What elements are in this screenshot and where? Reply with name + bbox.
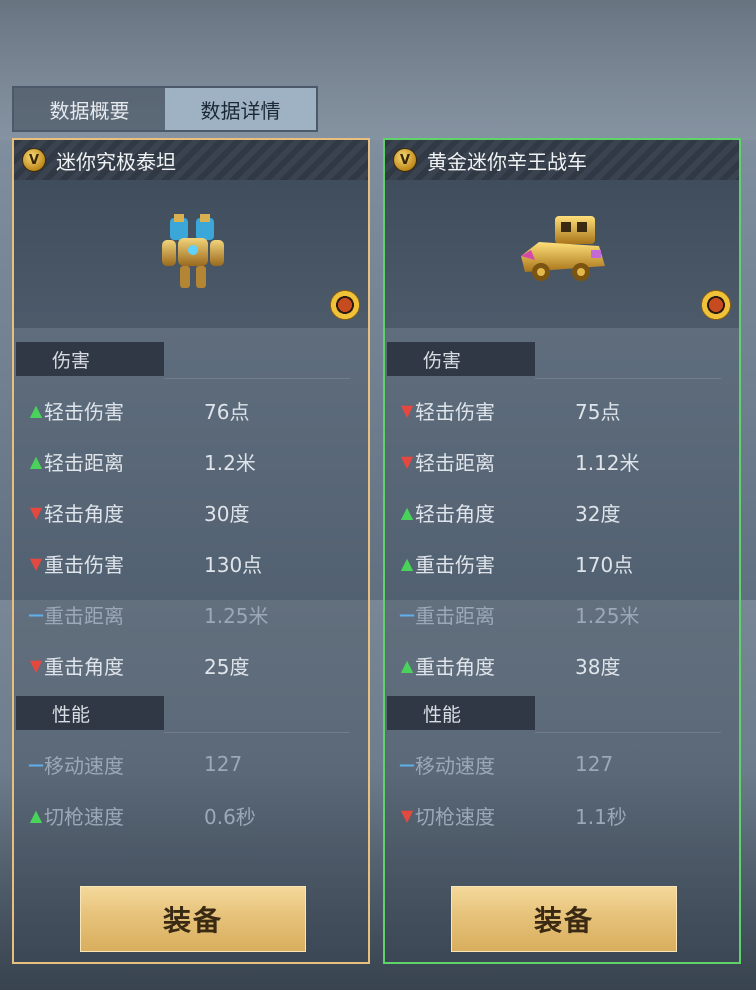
arrow-up-icon: ▲ [400, 502, 414, 522]
stat-row: ▲ 重击伤害 170点 [385, 543, 715, 583]
stat-value: 127 [575, 752, 614, 776]
arrow-up-icon: ▲ [29, 805, 43, 825]
stat-row: — 重击距离 1.25米 [14, 594, 344, 634]
item-showcase [385, 180, 739, 328]
arrow-down-icon: ▼ [400, 451, 414, 471]
stat-name: 重击距离 [415, 603, 495, 628]
stat-value: 25度 [204, 654, 250, 679]
stat-row: ▼ 重击伤害 130点 [14, 543, 344, 583]
stat-name: 切枪速度 [44, 804, 124, 829]
section-divider [164, 378, 350, 379]
stat-name: 重击角度 [44, 654, 124, 679]
section-divider [164, 732, 350, 733]
dash-equal-icon: — [28, 604, 44, 624]
stat-row: ▲ 轻击伤害 76点 [14, 390, 344, 430]
stat-name: 重击伤害 [415, 552, 495, 577]
stat-name: 轻击距离 [44, 450, 124, 475]
dash-equal-icon: — [28, 754, 44, 774]
golden-chariot-icon [521, 216, 605, 281]
stat-row: — 重击距离 1.25米 [385, 594, 715, 634]
stat-name: 重击伤害 [44, 552, 124, 577]
stat-value: 170点 [575, 552, 634, 577]
dash-equal-icon: — [399, 604, 415, 624]
stat-value: 1.25米 [204, 603, 269, 628]
stat-value: 1.2米 [204, 450, 256, 475]
stat-value: 1.1秒 [575, 804, 627, 829]
stat-name: 轻击角度 [415, 501, 495, 526]
weapon-panel-left[interactable]: V 迷你究极泰坦 伤害 ▲ 轻击伤害 76点 ▲ 轻击距离 1.2米 ▼ 轻击角… [12, 138, 370, 964]
stat-row: ▼ 轻击角度 30度 [14, 492, 344, 532]
stat-name: 轻击距离 [415, 450, 495, 475]
arrow-up-icon: ▲ [29, 451, 43, 471]
arrow-down-icon: ▼ [29, 502, 43, 522]
stat-row: ▼ 切枪速度 1.1秒 [385, 795, 715, 835]
section-damage-label: 伤害 [16, 342, 164, 376]
stat-value: 1.25米 [575, 603, 640, 628]
stat-row: ▼ 轻击伤害 75点 [385, 390, 715, 430]
stat-row: ▲ 轻击距离 1.2米 [14, 441, 344, 481]
stat-name: 轻击伤害 [44, 399, 124, 424]
stat-value: 0.6秒 [204, 804, 256, 829]
stat-row: — 移动速度 127 [14, 744, 344, 784]
stat-value: 1.12米 [575, 450, 640, 475]
stat-value: 130点 [204, 552, 263, 577]
stat-row: ▼ 轻击距离 1.12米 [385, 441, 715, 481]
arrow-down-icon: ▼ [400, 400, 414, 420]
stat-name: 重击距离 [44, 603, 124, 628]
stat-name: 轻击伤害 [415, 399, 495, 424]
stat-name: 重击角度 [415, 654, 495, 679]
stat-row: ▲ 重击角度 38度 [385, 645, 715, 685]
tab-bar: 数据概要 数据详情 [12, 86, 318, 132]
arrow-down-icon: ▼ [29, 655, 43, 675]
stat-name: 切枪速度 [415, 804, 495, 829]
equip-button[interactable]: 装备 [451, 886, 677, 952]
tab-data-details[interactable]: 数据详情 [165, 88, 316, 130]
arrow-up-icon: ▲ [400, 655, 414, 675]
panel-header: V 迷你究极泰坦 [14, 140, 368, 180]
arrow-up-icon: ▲ [400, 553, 414, 573]
stat-row: ▲ 切枪速度 0.6秒 [14, 795, 344, 835]
skin-quality-icon [330, 290, 360, 320]
stat-row: ▲ 轻击角度 32度 [385, 492, 715, 532]
stat-row: — 移动速度 127 [385, 744, 715, 784]
v-rank-icon: V [393, 148, 417, 172]
section-divider [535, 378, 721, 379]
stat-name: 移动速度 [44, 753, 124, 778]
stat-value: 75点 [575, 399, 621, 424]
stat-row: ▼ 重击角度 25度 [14, 645, 344, 685]
dash-equal-icon: — [399, 754, 415, 774]
arrow-down-icon: ▼ [29, 553, 43, 573]
tab-data-overview[interactable]: 数据概要 [14, 88, 165, 130]
stat-value: 76点 [204, 399, 250, 424]
panel-title: 迷你究极泰坦 [56, 149, 176, 174]
stat-value: 127 [204, 752, 243, 776]
panel-title: 黄金迷你辛王战车 [427, 149, 587, 174]
mech-titan-icon [162, 214, 224, 288]
panel-header: V 黄金迷你辛王战车 [385, 140, 739, 180]
item-showcase [14, 180, 368, 328]
stat-value: 32度 [575, 501, 621, 526]
stat-name: 轻击角度 [44, 501, 124, 526]
stat-value: 30度 [204, 501, 250, 526]
v-rank-icon: V [22, 148, 46, 172]
arrow-up-icon: ▲ [29, 400, 43, 420]
section-divider [535, 732, 721, 733]
stat-name: 移动速度 [415, 753, 495, 778]
section-performance-label: 性能 [16, 696, 164, 730]
section-damage-label: 伤害 [387, 342, 535, 376]
section-performance-label: 性能 [387, 696, 535, 730]
weapon-panel-right[interactable]: V 黄金迷你辛王战车 伤害 ▼ 轻击伤害 75点 ▼ 轻击距离 1.12米 ▲ … [383, 138, 741, 964]
stat-value: 38度 [575, 654, 621, 679]
skin-quality-icon [701, 290, 731, 320]
arrow-down-icon: ▼ [400, 805, 414, 825]
equip-button[interactable]: 装备 [80, 886, 306, 952]
